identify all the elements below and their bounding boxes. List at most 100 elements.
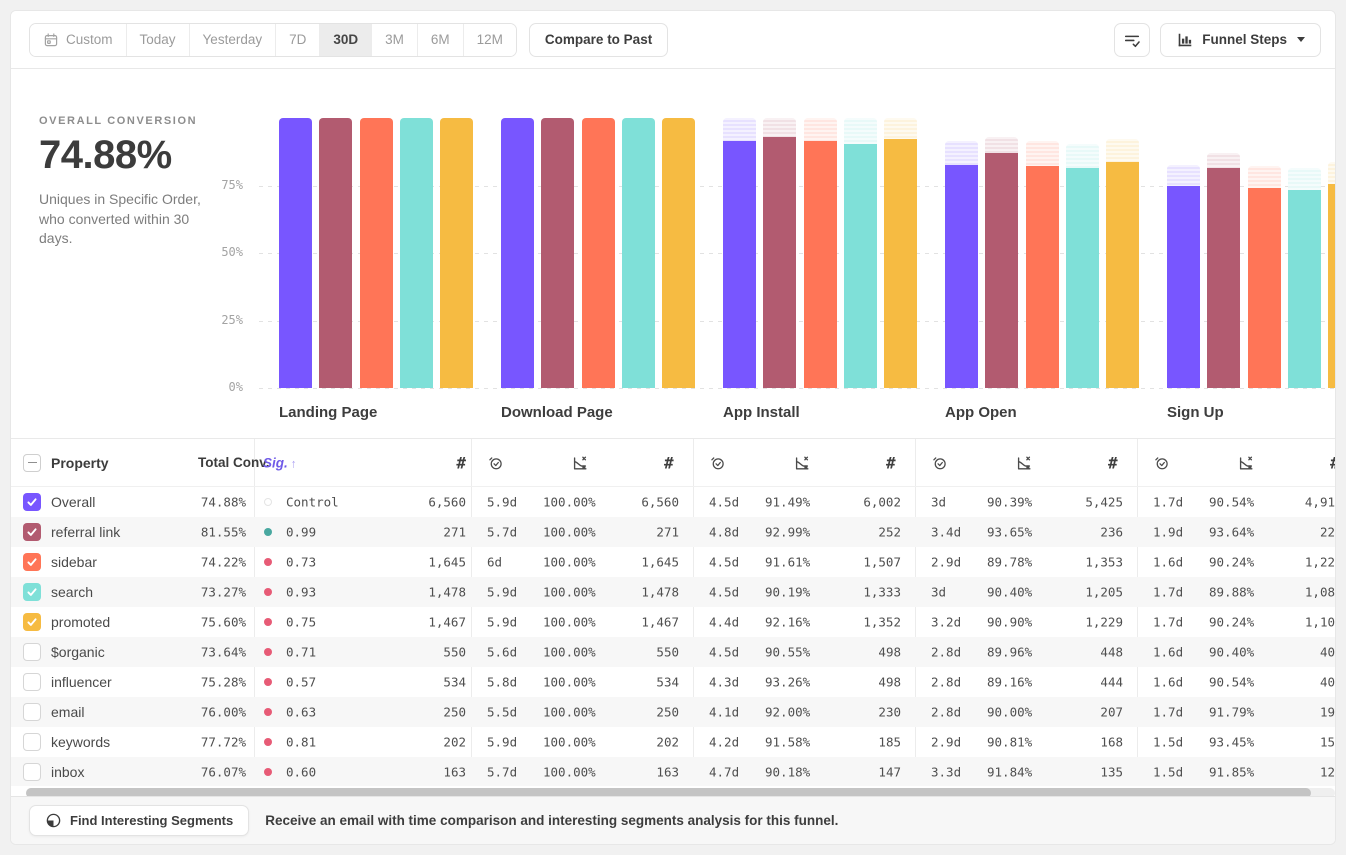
- step-count: 271: [656, 525, 679, 540]
- funnel-bar-dropoff-ghost: [1106, 139, 1139, 162]
- significance-column-header[interactable]: Sig.↑: [263, 455, 297, 470]
- bar-chart-icon: [1176, 31, 1194, 49]
- count-icon: #: [1330, 453, 1335, 472]
- time-to-convert-icon: [931, 454, 948, 471]
- footer-message: Receive an email with time comparison an…: [265, 813, 838, 828]
- total-conversion-value: 81.55%: [201, 525, 246, 540]
- time-to-convert: 1.6d: [1153, 645, 1183, 660]
- segment-checkbox[interactable]: [23, 493, 41, 511]
- funnel-bar[interactable]: [763, 137, 796, 388]
- funnel-bar[interactable]: [1167, 186, 1200, 388]
- funnel-bar[interactable]: [622, 118, 655, 388]
- step-count: 498: [878, 675, 901, 690]
- time-to-convert: 3d: [931, 585, 946, 600]
- funnel-bar[interactable]: [1328, 184, 1335, 388]
- sig-label: Sig.: [263, 455, 288, 470]
- funnel-bar[interactable]: [1248, 188, 1281, 388]
- table-row[interactable]: inbox76.07%0.601635.7d100.00%1634.7d90.1…: [11, 757, 1335, 786]
- find-interesting-segments-button[interactable]: Find Interesting Segments: [29, 805, 249, 836]
- funnel-bar[interactable]: [541, 118, 574, 388]
- segment-checkbox[interactable]: [23, 583, 41, 601]
- range-today[interactable]: Today: [126, 24, 189, 56]
- step-count: 1,229: [1085, 615, 1123, 630]
- segment-checkbox[interactable]: [23, 763, 41, 781]
- funnel-bar-dropoff-ghost: [844, 118, 877, 144]
- range-label: 12M: [477, 32, 503, 47]
- time-to-convert: 4.5d: [709, 555, 739, 570]
- funnel-bar[interactable]: [319, 118, 352, 388]
- conversion-rate: 90.19%: [765, 585, 810, 600]
- table-row[interactable]: referral link81.55%0.992715.7d100.00%271…: [11, 517, 1335, 547]
- table-row[interactable]: influencer75.28%0.575345.8d100.00%5344.3…: [11, 667, 1335, 697]
- step-count: 163: [656, 765, 679, 780]
- segment-label: referral link: [51, 524, 120, 540]
- table-row[interactable]: $organic73.64%0.715505.6d100.00%5504.5d9…: [11, 637, 1335, 667]
- funnel-bar[interactable]: [844, 144, 877, 388]
- funnel-bar[interactable]: [662, 118, 695, 388]
- segment-checkbox[interactable]: [23, 673, 41, 691]
- table-row[interactable]: promoted75.60%0.751,4675.9d100.00%1,4674…: [11, 607, 1335, 637]
- segment-checkbox[interactable]: [23, 613, 41, 631]
- funnel-steps-label: Funnel Steps: [1202, 32, 1287, 47]
- conversion-rate: 91.85%: [1209, 765, 1254, 780]
- range-yesterday[interactable]: Yesterday: [189, 24, 276, 56]
- funnel-bar[interactable]: [884, 139, 917, 388]
- table-row[interactable]: sidebar74.22%0.731,6456d100.00%1,6454.5d…: [11, 547, 1335, 577]
- conversion-rate: 100.00%: [543, 585, 596, 600]
- segment-checkbox[interactable]: [23, 553, 41, 571]
- time-to-convert: 2.9d: [931, 555, 961, 570]
- count-icon: #: [1108, 453, 1118, 472]
- funnel-bar[interactable]: [723, 141, 756, 388]
- table-row[interactable]: Overall74.88%Control6,5605.9d100.00%6,56…: [11, 487, 1335, 517]
- time-to-convert: 1.5d: [1153, 765, 1183, 780]
- funnel-bar-dropoff-ghost: [723, 118, 756, 141]
- sig-value: Control: [286, 495, 339, 510]
- funnel-steps-dropdown[interactable]: Funnel Steps: [1160, 23, 1321, 57]
- find-segments-label: Find Interesting Segments: [70, 813, 233, 828]
- step-count: 550: [443, 645, 466, 660]
- conversion-rate: 91.58%: [765, 735, 810, 750]
- funnel-bar[interactable]: [501, 118, 534, 388]
- table-row[interactable]: keywords77.72%0.812025.9d100.00%2024.2d9…: [11, 727, 1335, 757]
- funnel-bar[interactable]: [440, 118, 473, 388]
- funnel-bar[interactable]: [1026, 166, 1059, 388]
- funnel-bar[interactable]: [1066, 168, 1099, 388]
- range-3m[interactable]: 3M: [371, 24, 417, 56]
- step-count: 4,91: [1305, 495, 1335, 510]
- conversion-rate: 100.00%: [543, 705, 596, 720]
- funnel-bar[interactable]: [279, 118, 312, 388]
- funnel-bar-dropoff-ghost: [945, 141, 978, 165]
- range-custom[interactable]: Custom: [30, 24, 126, 56]
- segment-checkbox[interactable]: [23, 733, 41, 751]
- compare-to-past-button[interactable]: Compare to Past: [529, 23, 668, 57]
- funnel-bar[interactable]: [804, 141, 837, 388]
- time-to-convert: 5.7d: [487, 765, 517, 780]
- range-12m[interactable]: 12M: [463, 24, 516, 56]
- funnel-bar[interactable]: [360, 118, 393, 388]
- step-count: 1,478: [428, 585, 466, 600]
- table-row[interactable]: email76.00%0.632505.5d100.00%2504.1d92.0…: [11, 697, 1335, 727]
- funnel-bar[interactable]: [400, 118, 433, 388]
- step-count: 168: [1100, 735, 1123, 750]
- time-to-convert: 4.5d: [709, 585, 739, 600]
- funnel-bar[interactable]: [582, 118, 615, 388]
- funnel-bar[interactable]: [1106, 162, 1139, 388]
- time-to-convert: 5.5d: [487, 705, 517, 720]
- range-6m[interactable]: 6M: [417, 24, 463, 56]
- segment-label: influencer: [51, 674, 112, 690]
- filter-list-button[interactable]: [1114, 23, 1150, 57]
- funnel-bar[interactable]: [1288, 190, 1321, 388]
- funnel-bar[interactable]: [985, 153, 1018, 388]
- funnel-bar[interactable]: [945, 165, 978, 388]
- table-row[interactable]: search73.27%0.931,4785.9d100.00%1,4784.5…: [11, 577, 1335, 607]
- conversion-rate: 89.78%: [987, 555, 1032, 570]
- funnel-report-window: CustomTodayYesterday7D30D3M6M 12M Compare…: [10, 10, 1336, 845]
- segment-checkbox[interactable]: [23, 523, 41, 541]
- select-all-checkbox[interactable]: [23, 454, 41, 472]
- range-7d[interactable]: 7D: [275, 24, 319, 56]
- step-count: 1,22: [1305, 555, 1335, 570]
- range-30d[interactable]: 30D: [319, 24, 371, 56]
- segment-checkbox[interactable]: [23, 643, 41, 661]
- segment-checkbox[interactable]: [23, 703, 41, 721]
- funnel-bar[interactable]: [1207, 168, 1240, 388]
